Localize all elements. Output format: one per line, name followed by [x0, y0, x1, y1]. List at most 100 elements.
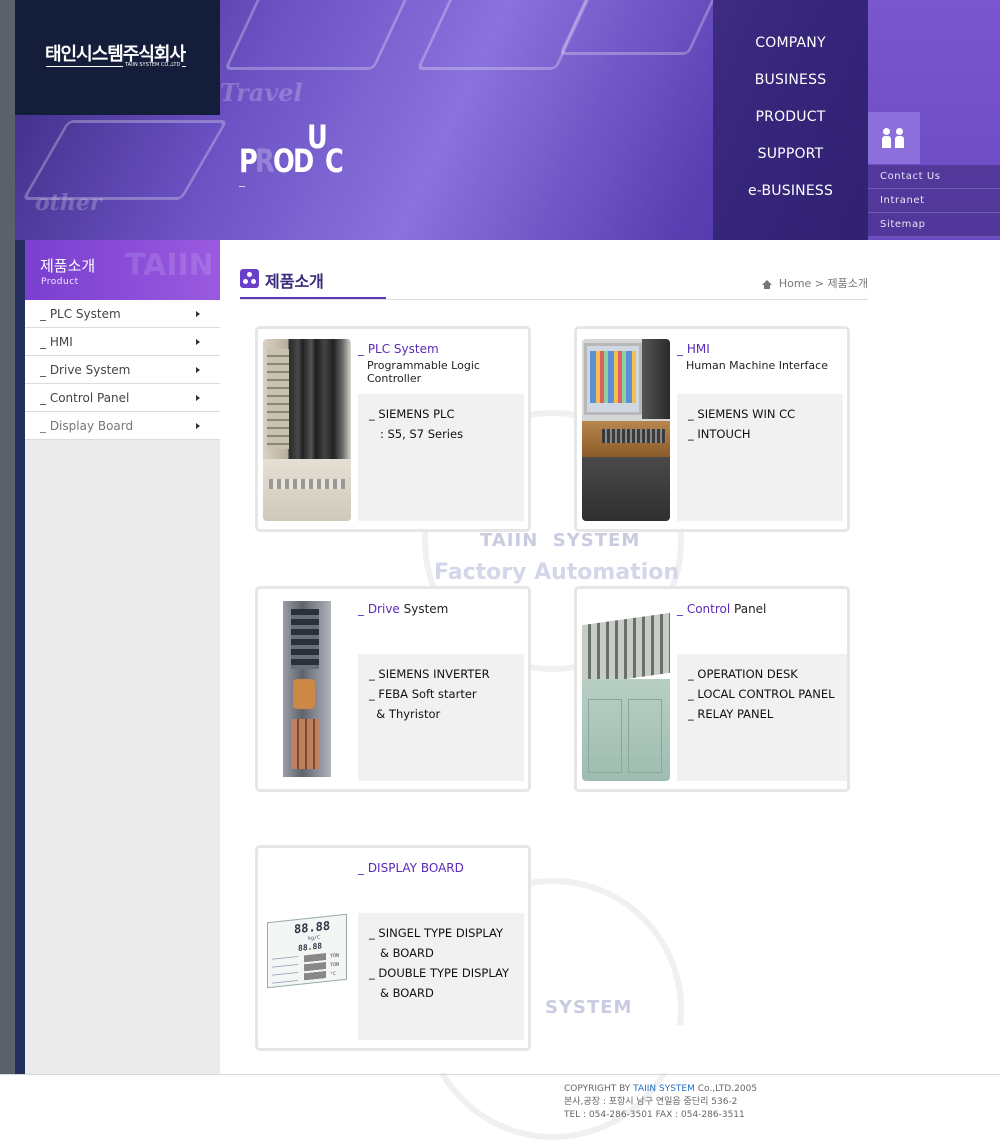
nav-e-business[interactable]: e-BUSINESS [713, 173, 868, 210]
card-title: _ DISPLAY BOARD [358, 861, 464, 875]
sidebar-item-control-panel[interactable]: _ Control Panel [25, 384, 220, 412]
section-letter: R [255, 142, 275, 180]
background-watermark-text: Factory Automation [434, 560, 680, 585]
card-line: _ RELAY PANEL [688, 707, 774, 721]
product-card-hmi[interactable]: _ HMI Human Machine Interface _ SIEMENS … [574, 326, 850, 532]
product-card-drive[interactable]: _ Drive System _ SIEMENS INVERTER _ FEBA… [255, 586, 531, 792]
breadcrumb-home[interactable]: Home [779, 277, 811, 290]
sidebar-subtitle: Product [41, 277, 79, 287]
section-letter: C [325, 142, 344, 180]
utility-panel: Contact Us Intranet Sitemap [868, 0, 1000, 240]
arrow-right-icon [196, 423, 200, 429]
section-letter: O [273, 142, 295, 180]
product-card-plc[interactable]: _ PLC System Programmable Logic Controll… [255, 326, 531, 532]
sidebar-item-label: _ PLC System [40, 307, 121, 321]
footer-tel: TEL : 054-286-3501 FAX : 054-286-3511 [564, 1110, 745, 1120]
sidebar-item-hmi[interactable]: _ HMI [25, 328, 220, 356]
utility-links: Contact Us Intranet Sitemap [868, 165, 1000, 237]
title-underline [240, 297, 386, 299]
home-icon [762, 280, 773, 289]
product-card-control-panel[interactable]: _ Control Panel _ OPERATION DESK _ LOCAL… [574, 586, 850, 792]
card-line: _ SIEMENS WIN CC [688, 407, 796, 421]
card-title: _ Drive System [358, 602, 449, 616]
logo-subtext: TAIIN SYSTEM CO.,LTD [123, 62, 183, 68]
display-row-unit: TON [330, 952, 340, 960]
display-row-unit: TON [330, 961, 340, 969]
card-line: _ DOUBLE TYPE DISPLAY [369, 966, 510, 980]
arrow-right-icon [196, 367, 200, 373]
left-navy-strip [15, 240, 25, 1075]
sidebar: TAIIN 제품소개 Product _ PLC System _ HMI _ … [25, 240, 220, 1075]
card-line: _ SINGEL TYPE DISPLAY [369, 926, 503, 940]
display-digits: 88.88 [294, 918, 331, 937]
banner-decoration: Travel [220, 78, 303, 107]
nav-company[interactable]: COMPANY [713, 25, 868, 62]
card-line: & BOARD [369, 946, 434, 960]
card-line: & Thyristor [369, 707, 441, 721]
card-detail-box: _ SINGEL TYPE DISPLAY & BOARD _ DOUBLE T… [358, 913, 524, 1040]
card-detail-box: _ SIEMENS WIN CC _ INTOUCH [677, 394, 843, 521]
sidebar-header: TAIIN 제품소개 Product [25, 240, 220, 300]
sidebar-item-label: _ Control Panel [40, 391, 130, 405]
card-subtitle: Programmable Logic Controller [367, 359, 480, 385]
title-divider [240, 299, 868, 300]
banner-decoration [224, 0, 416, 70]
sidebar-item-label: _ Drive System [40, 363, 131, 377]
card-title: _ PLC System [358, 342, 439, 356]
product-icon [240, 269, 259, 288]
section-title-dash [239, 186, 245, 187]
sidebar-watermark: TAIIN [125, 248, 214, 283]
nav-product[interactable]: PRODUCT [713, 99, 868, 136]
nav-business[interactable]: BUSINESS [713, 62, 868, 99]
util-intranet[interactable]: Intranet [868, 189, 1000, 213]
card-detail-box: _ SIEMENS PLC : S5, S7 Series [358, 394, 524, 521]
card-detail-box: _ SIEMENS INVERTER _ FEBA Soft starter &… [358, 654, 524, 781]
footer: COPYRIGHT BY TAIIN SYSTEM Co.,LTD.2005 본… [564, 1083, 757, 1122]
banner-decoration: other [35, 190, 102, 216]
card-detail-box: _ OPERATION DESK _ LOCAL CONTROL PANEL _… [677, 654, 847, 781]
background-watermark-text: TAIIN SYSTEM [480, 530, 641, 551]
sidebar-item-plc[interactable]: _ PLC System [25, 300, 220, 328]
content-title-bar: 제품소개 Home > 제품소개 [240, 266, 868, 300]
util-contact-us[interactable]: Contact Us [868, 165, 1000, 189]
card-line: _ OPERATION DESK [688, 667, 798, 681]
sidebar-item-display-board[interactable]: _ Display Board [25, 412, 220, 440]
card-line: _ LOCAL CONTROL PANEL [688, 687, 835, 701]
card-line: _ INTOUCH [688, 427, 751, 441]
display-board-image: 88.88 kg/C 88.88 TON TON °C [263, 858, 351, 1040]
breadcrumb-current: 제품소개 [827, 277, 868, 290]
card-line: _ FEBA Soft starter [369, 687, 477, 701]
page-title: 제품소개 [265, 272, 324, 291]
background-watermark-text: SYSTEM [545, 997, 633, 1018]
footer-divider [0, 1074, 1000, 1075]
footer-address: 본사,공장 : 포항시 남구 연일읍 중단리 536-2 [564, 1097, 738, 1107]
sidebar-item-drive[interactable]: _ Drive System [25, 356, 220, 384]
sidebar-title: 제품소개 [40, 257, 96, 275]
drive-cabinet-image [263, 599, 351, 781]
nav-support[interactable]: SUPPORT [713, 136, 868, 173]
hmi-console-image [582, 339, 670, 521]
global-nav: COMPANY BUSINESS PRODUCT SUPPORT e-BUSIN… [713, 0, 868, 240]
card-line: & BOARD [369, 986, 434, 1000]
card-line: _ SIEMENS PLC [369, 407, 455, 421]
display-digits: 88.88 [298, 941, 323, 953]
header-banner: Travel other 태인시스템주식회사 TAIIN SYSTEM CO.,… [15, 0, 1000, 240]
footer-copyright: COPYRIGHT BY TAIIN SYSTEM Co.,LTD.2005 [564, 1084, 758, 1094]
card-line: _ SIEMENS INVERTER [369, 667, 490, 681]
arrow-right-icon [196, 395, 200, 401]
control-desk-image [582, 599, 670, 781]
arrow-right-icon [196, 339, 200, 345]
util-sitemap[interactable]: Sitemap [868, 213, 1000, 237]
sidebar-menu: _ PLC System _ HMI _ Drive System _ Cont… [25, 300, 220, 440]
banner-decoration [21, 120, 229, 200]
card-title: _ Control Panel [677, 602, 767, 616]
page: Travel other 태인시스템주식회사 TAIIN SYSTEM CO.,… [0, 0, 1000, 1145]
product-card-display-board[interactable]: 88.88 kg/C 88.88 TON TON °C _ DISPLAY BO… [255, 845, 531, 1051]
banner-decoration [558, 0, 722, 55]
logo[interactable]: 태인시스템주식회사 TAIIN SYSTEM CO.,LTD [15, 0, 220, 115]
display-row-unit: °C [330, 970, 337, 978]
sidebar-item-label: _ Display Board [40, 419, 134, 433]
sidebar-item-label: _ HMI [40, 335, 73, 349]
people-icon [868, 112, 920, 164]
left-gray-strip [0, 0, 15, 1075]
